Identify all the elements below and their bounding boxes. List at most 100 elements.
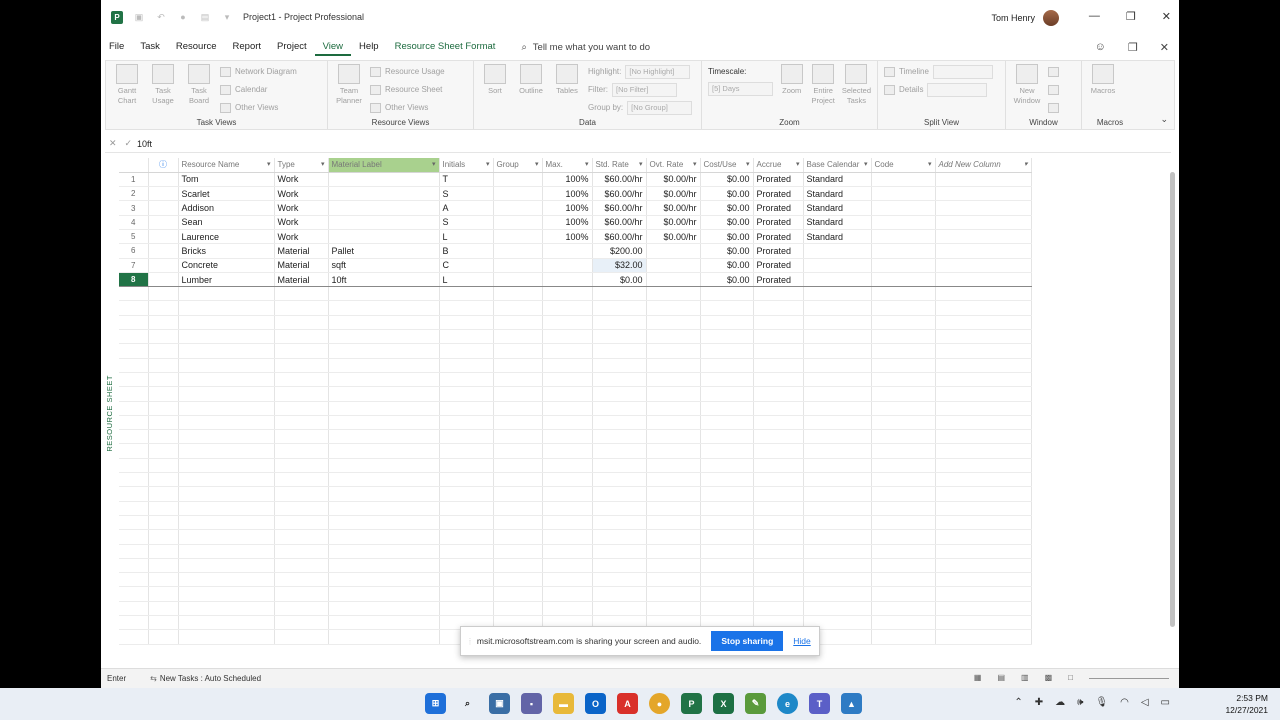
cell-code[interactable] (871, 186, 936, 202)
minimize-button[interactable]: — (1089, 10, 1100, 23)
cell-resource-name[interactable]: Tom (178, 172, 275, 188)
cell-ovt-rate[interactable] (646, 258, 701, 273)
empty-cell[interactable] (439, 529, 494, 545)
cell-cost-use[interactable]: $0.00 (700, 229, 754, 245)
empty-cell[interactable] (274, 529, 329, 545)
cell-accrue[interactable]: Prorated (753, 215, 804, 230)
empty-cell[interactable] (439, 586, 494, 602)
empty-cell[interactable] (803, 358, 872, 373)
print-icon[interactable]: ▤ (199, 11, 211, 23)
empty-cell[interactable] (646, 443, 701, 459)
empty-cell[interactable] (542, 501, 593, 516)
empty-cell[interactable] (274, 515, 329, 531)
row-number[interactable]: 4 (119, 215, 149, 230)
empty-cell[interactable] (178, 615, 275, 631)
filter-arrow-icon[interactable]: ▾ (1024, 160, 1028, 168)
empty-cell[interactable] (646, 372, 701, 388)
empty-cell[interactable] (935, 300, 1032, 316)
empty-cell[interactable] (148, 586, 179, 602)
empty-cell[interactable] (493, 486, 543, 502)
empty-cell[interactable] (328, 443, 440, 459)
empty-cell[interactable] (328, 572, 440, 588)
empty-cell[interactable] (542, 429, 593, 445)
empty-cell[interactable] (148, 429, 179, 445)
gantt-view-shortcut-icon[interactable]: ▦ (974, 673, 982, 682)
empty-cell[interactable] (493, 558, 543, 574)
task-view-icon[interactable]: ▣ (489, 693, 510, 714)
empty-cell[interactable] (542, 558, 593, 574)
empty-cell[interactable] (328, 601, 440, 617)
selected-tasks-button[interactable]: Selected Tasks (842, 64, 871, 106)
empty-row[interactable] (119, 458, 1032, 474)
team-planner-button[interactable]: Team Planner (334, 64, 364, 115)
empty-cell[interactable] (753, 501, 804, 516)
empty-cell[interactable] (178, 601, 275, 617)
empty-row[interactable] (119, 329, 1032, 345)
empty-cell[interactable] (871, 529, 936, 545)
row-number[interactable]: 1 (119, 172, 149, 188)
empty-cell[interactable] (935, 458, 1032, 474)
empty-cell[interactable] (935, 586, 1032, 602)
empty-cell[interactable] (493, 401, 543, 416)
details-dropdown[interactable] (927, 82, 988, 97)
empty-cell[interactable] (148, 486, 179, 502)
empty-cell[interactable] (439, 329, 494, 345)
empty-cell[interactable] (592, 529, 647, 545)
empty-cell[interactable] (753, 386, 804, 402)
empty-cell[interactable] (542, 586, 593, 602)
timeline-checkbox[interactable]: Timeline (884, 64, 999, 79)
empty-cell[interactable] (935, 315, 1032, 331)
empty-cell[interactable] (439, 315, 494, 331)
empty-cell[interactable] (871, 544, 936, 559)
empty-cell[interactable] (178, 386, 275, 402)
cell-resource-name[interactable]: Bricks (178, 243, 275, 259)
tab-file[interactable]: File (101, 38, 132, 56)
empty-cell[interactable] (119, 558, 149, 574)
empty-cell[interactable] (148, 386, 179, 402)
empty-cell[interactable] (700, 343, 754, 359)
empty-cell[interactable] (493, 386, 543, 402)
empty-cell[interactable] (542, 443, 593, 459)
empty-cell[interactable] (646, 329, 701, 345)
empty-cell[interactable] (803, 472, 872, 488)
cell-ovt-rate[interactable] (646, 271, 701, 288)
empty-cell[interactable] (328, 586, 440, 602)
empty-cell[interactable] (592, 515, 647, 531)
empty-cell[interactable] (871, 286, 936, 302)
cell-initials[interactable]: L (439, 271, 494, 288)
empty-cell[interactable] (700, 501, 754, 516)
empty-cell[interactable] (274, 601, 329, 617)
smiley-feedback-icon[interactable]: ☺ (1095, 41, 1106, 54)
empty-cell[interactable] (700, 558, 754, 574)
empty-cell[interactable] (871, 386, 936, 402)
tab-resource-sheet-format[interactable]: Resource Sheet Format (387, 38, 504, 56)
empty-cell[interactable] (700, 300, 754, 316)
cell-type[interactable]: Work (274, 200, 329, 216)
cell-ovt-rate[interactable]: $0.00/hr (646, 200, 701, 216)
empty-cell[interactable] (753, 358, 804, 373)
empty-cell[interactable] (871, 458, 936, 474)
cell-group[interactable] (493, 172, 543, 188)
task-board-button[interactable]: Task Board (184, 64, 214, 115)
table-row[interactable]: 8 Lumber Material 10ft L $0.00 $0.00 Prorated (119, 271, 1032, 288)
empty-cell[interactable] (700, 415, 754, 431)
empty-cell[interactable] (803, 501, 872, 516)
empty-cell[interactable] (119, 586, 149, 602)
empty-cell[interactable] (871, 558, 936, 574)
empty-cell[interactable] (803, 329, 872, 345)
empty-cell[interactable] (592, 401, 647, 416)
empty-row[interactable] (119, 386, 1032, 402)
redo-icon[interactable]: ● (177, 11, 189, 23)
team-planner-shortcut-icon[interactable]: ▥ (1021, 673, 1029, 682)
empty-cell[interactable] (119, 315, 149, 331)
empty-cell[interactable] (935, 629, 1032, 645)
empty-cell[interactable] (871, 601, 936, 617)
empty-cell[interactable] (119, 615, 149, 631)
cell-material-label[interactable]: 10ft (327, 271, 440, 288)
cell-accrue[interactable]: Prorated (753, 229, 804, 245)
empty-row[interactable] (119, 401, 1032, 416)
cell-accrue[interactable]: Prorated (753, 243, 804, 259)
empty-cell[interactable] (592, 544, 647, 559)
empty-cell[interactable] (274, 572, 329, 588)
cell-max[interactable]: 100% (542, 229, 593, 245)
